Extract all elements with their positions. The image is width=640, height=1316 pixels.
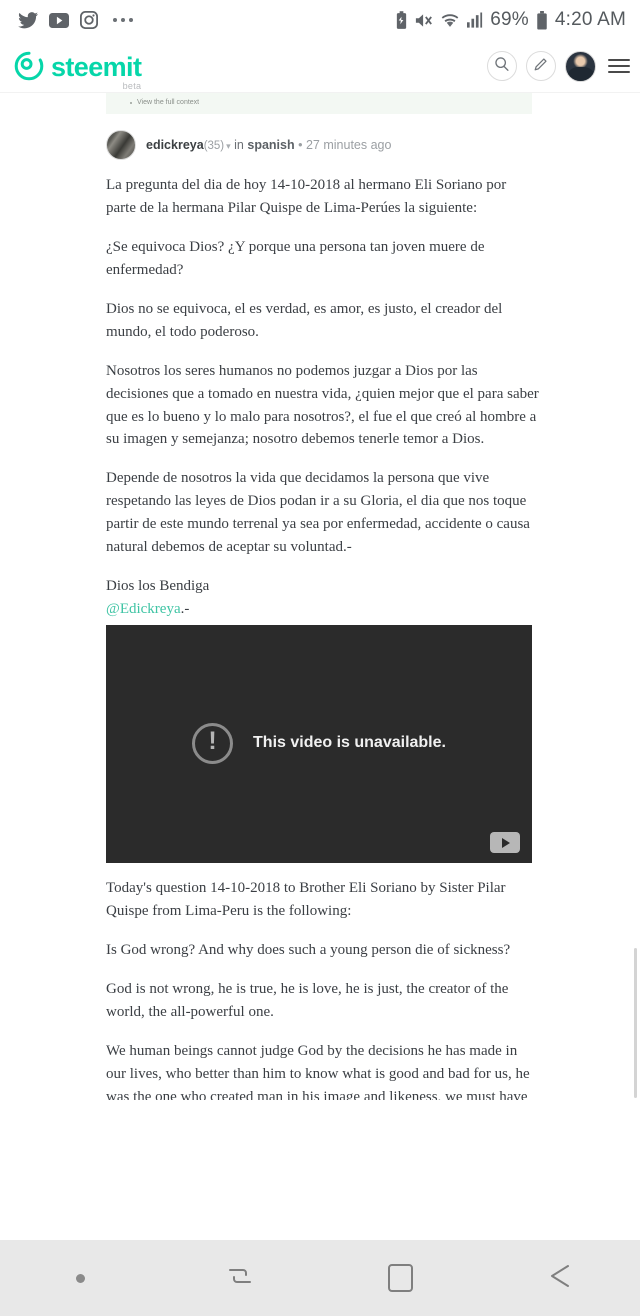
status-bar-notifications bbox=[18, 11, 133, 29]
video-unavailable-message: ! This video is unavailable. bbox=[192, 722, 446, 764]
home-button[interactable] bbox=[320, 1264, 480, 1292]
battery-saver-icon bbox=[395, 10, 408, 30]
full-context-notice: View the full context bbox=[106, 93, 532, 114]
brand-beta-label: beta bbox=[122, 81, 142, 91]
wifi-icon bbox=[440, 12, 460, 29]
post-text-english: Today's question 14-10-2018 to Brother E… bbox=[106, 877, 540, 1100]
back-icon bbox=[545, 1263, 575, 1294]
app-header: steemit beta bbox=[0, 40, 640, 93]
paragraph: La pregunta del dia de hoy 14-10-2018 al… bbox=[106, 177, 507, 216]
phone-screen: 69% 4:20 AM steemit beta View the full c… bbox=[0, 0, 640, 1316]
youtube-icon bbox=[49, 12, 69, 28]
mute-icon bbox=[415, 12, 433, 29]
signature-line: Dios los Bendiga bbox=[106, 578, 210, 595]
signal-icon bbox=[467, 12, 483, 29]
compose-button[interactable] bbox=[526, 51, 556, 81]
chevron-down-icon[interactable]: ▾ bbox=[226, 141, 231, 152]
clock: 4:20 AM bbox=[554, 9, 626, 30]
post-body: edickreya(35) ▾ in spanish • 27 minutes a… bbox=[0, 130, 640, 1100]
youtube-logo-icon[interactable] bbox=[490, 832, 520, 853]
paragraph: Depende de nosotros la vida que decidamo… bbox=[106, 470, 530, 556]
author-mention-link[interactable]: @Edickreya bbox=[106, 601, 181, 617]
youtube-embed[interactable]: ! This video is unavailable. bbox=[106, 625, 532, 863]
page-scrollbar[interactable] bbox=[634, 948, 637, 1098]
byline-text: edickreya(35) ▾ in spanish • 27 minutes a… bbox=[146, 138, 391, 152]
avatar[interactable] bbox=[565, 50, 596, 82]
post-text-spanish: La pregunta del dia de hoy 14-10-2018 al… bbox=[106, 174, 540, 621]
twitter-icon bbox=[18, 11, 38, 29]
video-message-text: This video is unavailable. bbox=[253, 734, 446, 751]
status-bar: 69% 4:20 AM bbox=[0, 0, 640, 40]
notice-text: View the full context bbox=[137, 99, 200, 106]
brand-wordmark: steemit beta bbox=[51, 52, 142, 92]
instagram-icon bbox=[80, 11, 98, 29]
author-reputation: (35) bbox=[203, 140, 225, 152]
bullet-icon bbox=[130, 101, 132, 104]
post-byline: edickreya(35) ▾ in spanish • 27 minutes a… bbox=[106, 130, 540, 160]
paragraph: Dios no se equivoca, el es verdad, es am… bbox=[106, 300, 503, 340]
paragraph: Is God wrong? And why does such a young … bbox=[106, 941, 511, 958]
back-button[interactable] bbox=[480, 1263, 640, 1294]
exclamation-circle-icon: ! bbox=[192, 722, 234, 764]
post-timestamp: 27 minutes ago bbox=[305, 138, 392, 152]
notice-item[interactable]: View the full context bbox=[106, 99, 532, 106]
steemit-logo[interactable]: steemit beta bbox=[14, 51, 142, 92]
recents-button[interactable] bbox=[160, 1261, 320, 1296]
author-avatar[interactable] bbox=[106, 130, 136, 160]
signature-suffix: .- bbox=[180, 601, 190, 618]
search-icon bbox=[494, 56, 510, 77]
android-nav-bar bbox=[0, 1240, 640, 1316]
signature-spanish: Dios los Bendiga @Edickreya.- bbox=[106, 575, 540, 621]
recents-icon bbox=[225, 1261, 255, 1296]
pencil-icon bbox=[533, 56, 549, 77]
paragraph: Nosotros los seres humanos no podemos ju… bbox=[106, 362, 539, 448]
post-content-area: View the full context edickreya(35) ▾ in … bbox=[0, 93, 640, 1100]
paragraph: Today's question 14-10-2018 to Brother E… bbox=[106, 880, 506, 919]
category-name[interactable]: spanish bbox=[247, 138, 294, 152]
paragraph: God is not wrong, he is true, he is love… bbox=[106, 980, 509, 1020]
search-button[interactable] bbox=[487, 51, 517, 81]
battery-percent: 69% bbox=[490, 9, 529, 30]
paragraph: We human beings cannot judge God by the … bbox=[106, 1042, 530, 1100]
author-name[interactable]: edickreya bbox=[146, 138, 204, 152]
paragraph: ¿Se equivoca Dios? ¿Y porque una persona… bbox=[106, 238, 485, 278]
steemit-mark-icon bbox=[14, 51, 44, 81]
hamburger-menu[interactable] bbox=[608, 59, 630, 73]
byline-separator: • bbox=[298, 138, 303, 152]
brand-name: steemit bbox=[51, 52, 142, 82]
status-bar-system: 69% 4:20 AM bbox=[395, 9, 626, 31]
nav-dot-indicator[interactable] bbox=[0, 1273, 160, 1283]
home-icon bbox=[387, 1264, 413, 1292]
more-dots-icon bbox=[113, 18, 133, 22]
header-actions bbox=[487, 50, 630, 82]
byline-category: in spanish bbox=[234, 138, 294, 152]
in-label: in bbox=[234, 138, 244, 152]
battery-icon bbox=[536, 10, 548, 30]
